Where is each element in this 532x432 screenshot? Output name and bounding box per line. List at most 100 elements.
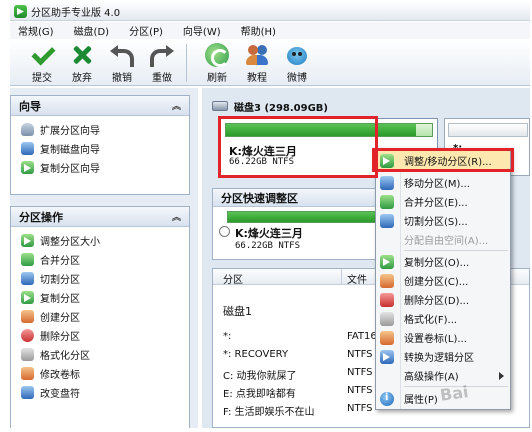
menu-wizard[interactable]: 向导(W): [183, 23, 221, 38]
disk-title: 磁盘3 (298.09GB): [234, 102, 328, 114]
wizard-item-label: 复制分区向导: [40, 164, 100, 175]
wizard-extend-partition[interactable]: 扩展分区向导: [11, 120, 189, 139]
advanced-icon: [380, 369, 394, 383]
ctx-copy-partition[interactable]: 复制分区(O)...: [376, 252, 510, 271]
redo-button[interactable]: 重做: [142, 40, 182, 84]
ctx-advanced-operations[interactable]: 高级操作(A): [376, 366, 510, 385]
wizard-item-label: 扩展分区向导: [40, 126, 100, 137]
op-label: 合并分区: [40, 256, 80, 267]
menu-general[interactable]: 常规(G): [18, 23, 54, 38]
op-create-partition[interactable]: 创建分区: [11, 307, 189, 326]
table-disk-row[interactable]: 磁盘1: [223, 303, 252, 319]
app-logo-icon: [14, 5, 27, 18]
move-icon: [380, 175, 394, 190]
collapse-chevron-icon[interactable]: ︽: [172, 99, 181, 112]
copy-icon: [21, 291, 34, 304]
table-row[interactable]: E: 点我即啥都有: [223, 385, 296, 400]
ctx-convert-logical[interactable]: 转换为逻辑分区: [376, 347, 510, 366]
refresh-label: 刷新: [207, 73, 227, 84]
wizard-copy-disk[interactable]: 复制磁盘向导: [11, 139, 189, 158]
resize-icon: [21, 234, 34, 247]
ctx-create-partition[interactable]: 创建分区(C)...: [376, 271, 510, 290]
op-label: 调整分区大小: [40, 237, 100, 248]
menu-partition[interactable]: 分区(P): [129, 23, 163, 38]
undo-button[interactable]: 撤销: [102, 40, 142, 84]
split-icon: [21, 272, 34, 285]
format-icon: [380, 311, 394, 326]
watermark: Bai: [438, 382, 470, 405]
table-row[interactable]: *:: [223, 331, 231, 342]
ctx-set-label[interactable]: 设置卷标(L)...: [376, 328, 510, 347]
ctx-merge-partition[interactable]: 合并分区(E)...: [376, 192, 510, 211]
op-split-partition[interactable]: 切割分区: [11, 269, 189, 288]
tutorial-people-icon: [245, 43, 269, 67]
op-delete-partition[interactable]: 删除分区: [11, 326, 189, 345]
wizard-copy-partition[interactable]: 复制分区向导: [11, 158, 189, 177]
menu-help[interactable]: 帮助(H): [241, 23, 276, 38]
op-merge-partition[interactable]: 合并分区: [11, 250, 189, 269]
ctx-move-partition[interactable]: 移动分区(M)...: [376, 173, 510, 192]
ctx-label: 转换为逻辑分区: [404, 353, 474, 364]
partition-radio[interactable]: [219, 226, 230, 237]
partition-usage-bar: [225, 123, 433, 137]
ctx-delete-partition[interactable]: 删除分区(D)...: [376, 290, 510, 309]
quick-partition-size: 66.22GB NTFS: [235, 241, 301, 251]
wizard-item-label: 复制磁盘向导: [40, 145, 100, 156]
window-title: 分区助手专业版 4.0: [31, 8, 121, 19]
delete-icon: [21, 329, 34, 342]
ctx-label: 格式化(F)...: [404, 315, 458, 326]
toolbar-separator: [186, 44, 187, 82]
ctx-label: 移动分区(M)...: [404, 179, 470, 190]
ctx-split-partition[interactable]: 切割分区(S)...: [376, 211, 510, 230]
discard-button[interactable]: 放弃: [62, 40, 102, 84]
table-row[interactable]: F: 生活即娱乐不在山: [223, 403, 315, 418]
partition-ops-header[interactable]: 分区操作 ︽: [11, 207, 189, 227]
undo-icon: [110, 43, 134, 67]
copy-disk-icon: [21, 142, 34, 155]
refresh-button[interactable]: 刷新: [197, 40, 237, 84]
op-label: 切割分区: [40, 275, 80, 286]
column-partition[interactable]: 分区: [223, 271, 243, 286]
merge-icon: [21, 253, 34, 266]
create-icon: [21, 310, 34, 323]
op-change-drive-letter[interactable]: 改变盘符: [11, 383, 189, 402]
op-format-partition[interactable]: 格式化分区: [11, 345, 189, 364]
column-filesystem[interactable]: 文件: [347, 271, 367, 286]
wizard-panel: 向导 ︽ 扩展分区向导 复制磁盘向导 复制分区向导: [10, 95, 190, 195]
table-cell-fs: NTFS: [347, 367, 373, 378]
toolbar: 提交 放弃 撤销 重做 刷新 教程 微博: [10, 40, 530, 86]
menu-separator: [404, 250, 508, 251]
merge-icon: [380, 194, 394, 209]
op-copy-partition[interactable]: 复制分区: [11, 288, 189, 307]
column-divider[interactable]: [341, 269, 342, 285]
op-change-label[interactable]: 修改卷标: [11, 364, 189, 383]
refresh-icon: [205, 43, 229, 67]
op-resize-partition[interactable]: 调整分区大小: [11, 231, 189, 250]
label-tag-icon: [21, 367, 34, 380]
ctx-label: 合并分区(E)...: [404, 198, 468, 209]
ctx-format-partition[interactable]: 格式化(F)...: [376, 309, 510, 328]
ctx-resize-move-partition[interactable]: 调整/移动分区(R)...: [376, 151, 510, 170]
wizard-panel-header[interactable]: 向导 ︽: [11, 96, 189, 116]
menu-separator: [404, 171, 508, 172]
op-label: 删除分区: [40, 332, 80, 343]
quick-adjust-title: 分区快速调整区: [213, 189, 379, 207]
ctx-label: 创建分区(C)...: [404, 277, 469, 288]
ctx-label: 分配自由空间(A)...: [404, 236, 489, 247]
commit-label: 提交: [32, 73, 52, 84]
table-row[interactable]: C: 动我你就屎了: [223, 367, 297, 382]
menu-disk[interactable]: 磁盘(D): [74, 23, 110, 38]
ctx-label: 删除分区(D)...: [404, 296, 470, 307]
ctx-label: 调整/移动分区(R)...: [404, 157, 492, 168]
op-label: 改变盘符: [40, 389, 80, 400]
commit-button[interactable]: 提交: [22, 40, 62, 84]
op-label: 格式化分区: [40, 351, 90, 362]
partition-ops-panel: 分区操作 ︽ 调整分区大小 合并分区 切割分区 复制分区 创建分区 删除分区 格…: [10, 206, 190, 428]
tutorial-button[interactable]: 教程: [237, 40, 277, 84]
drive-letter-icon: [21, 386, 34, 399]
table-row[interactable]: *: RECOVERY: [223, 349, 288, 360]
weibo-button[interactable]: 微博: [277, 40, 317, 84]
collapse-chevron-icon[interactable]: ︽: [172, 210, 181, 223]
quick-adjust-slider[interactable]: [227, 211, 377, 223]
partition-usage-fill: [226, 124, 416, 136]
